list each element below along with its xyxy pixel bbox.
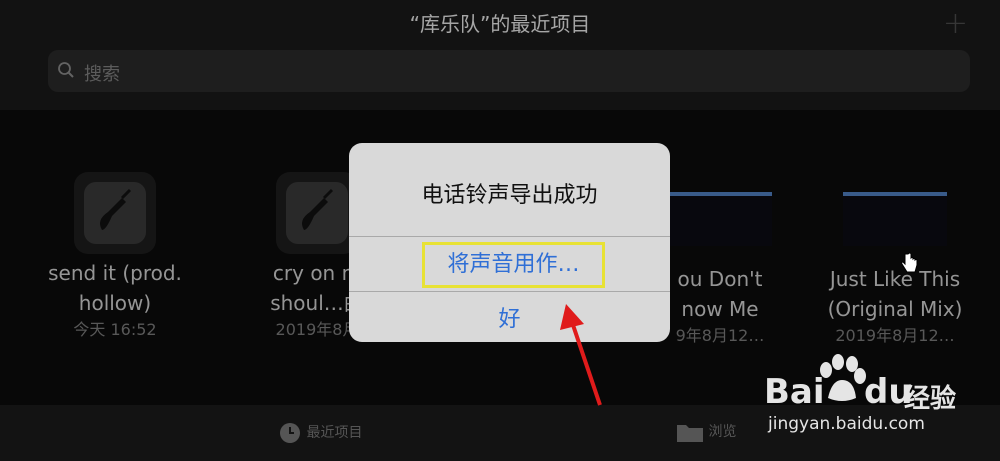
watermark-url: jingyan.baidu.com (768, 414, 925, 434)
hand-cursor-icon (901, 252, 918, 273)
baidu-jingyan-watermark: Bai du 经验 jingyan.baidu.com (736, 350, 986, 450)
watermark-brand-jingyan: 经验 (904, 384, 957, 414)
watermark-brand: Bai (764, 372, 825, 412)
